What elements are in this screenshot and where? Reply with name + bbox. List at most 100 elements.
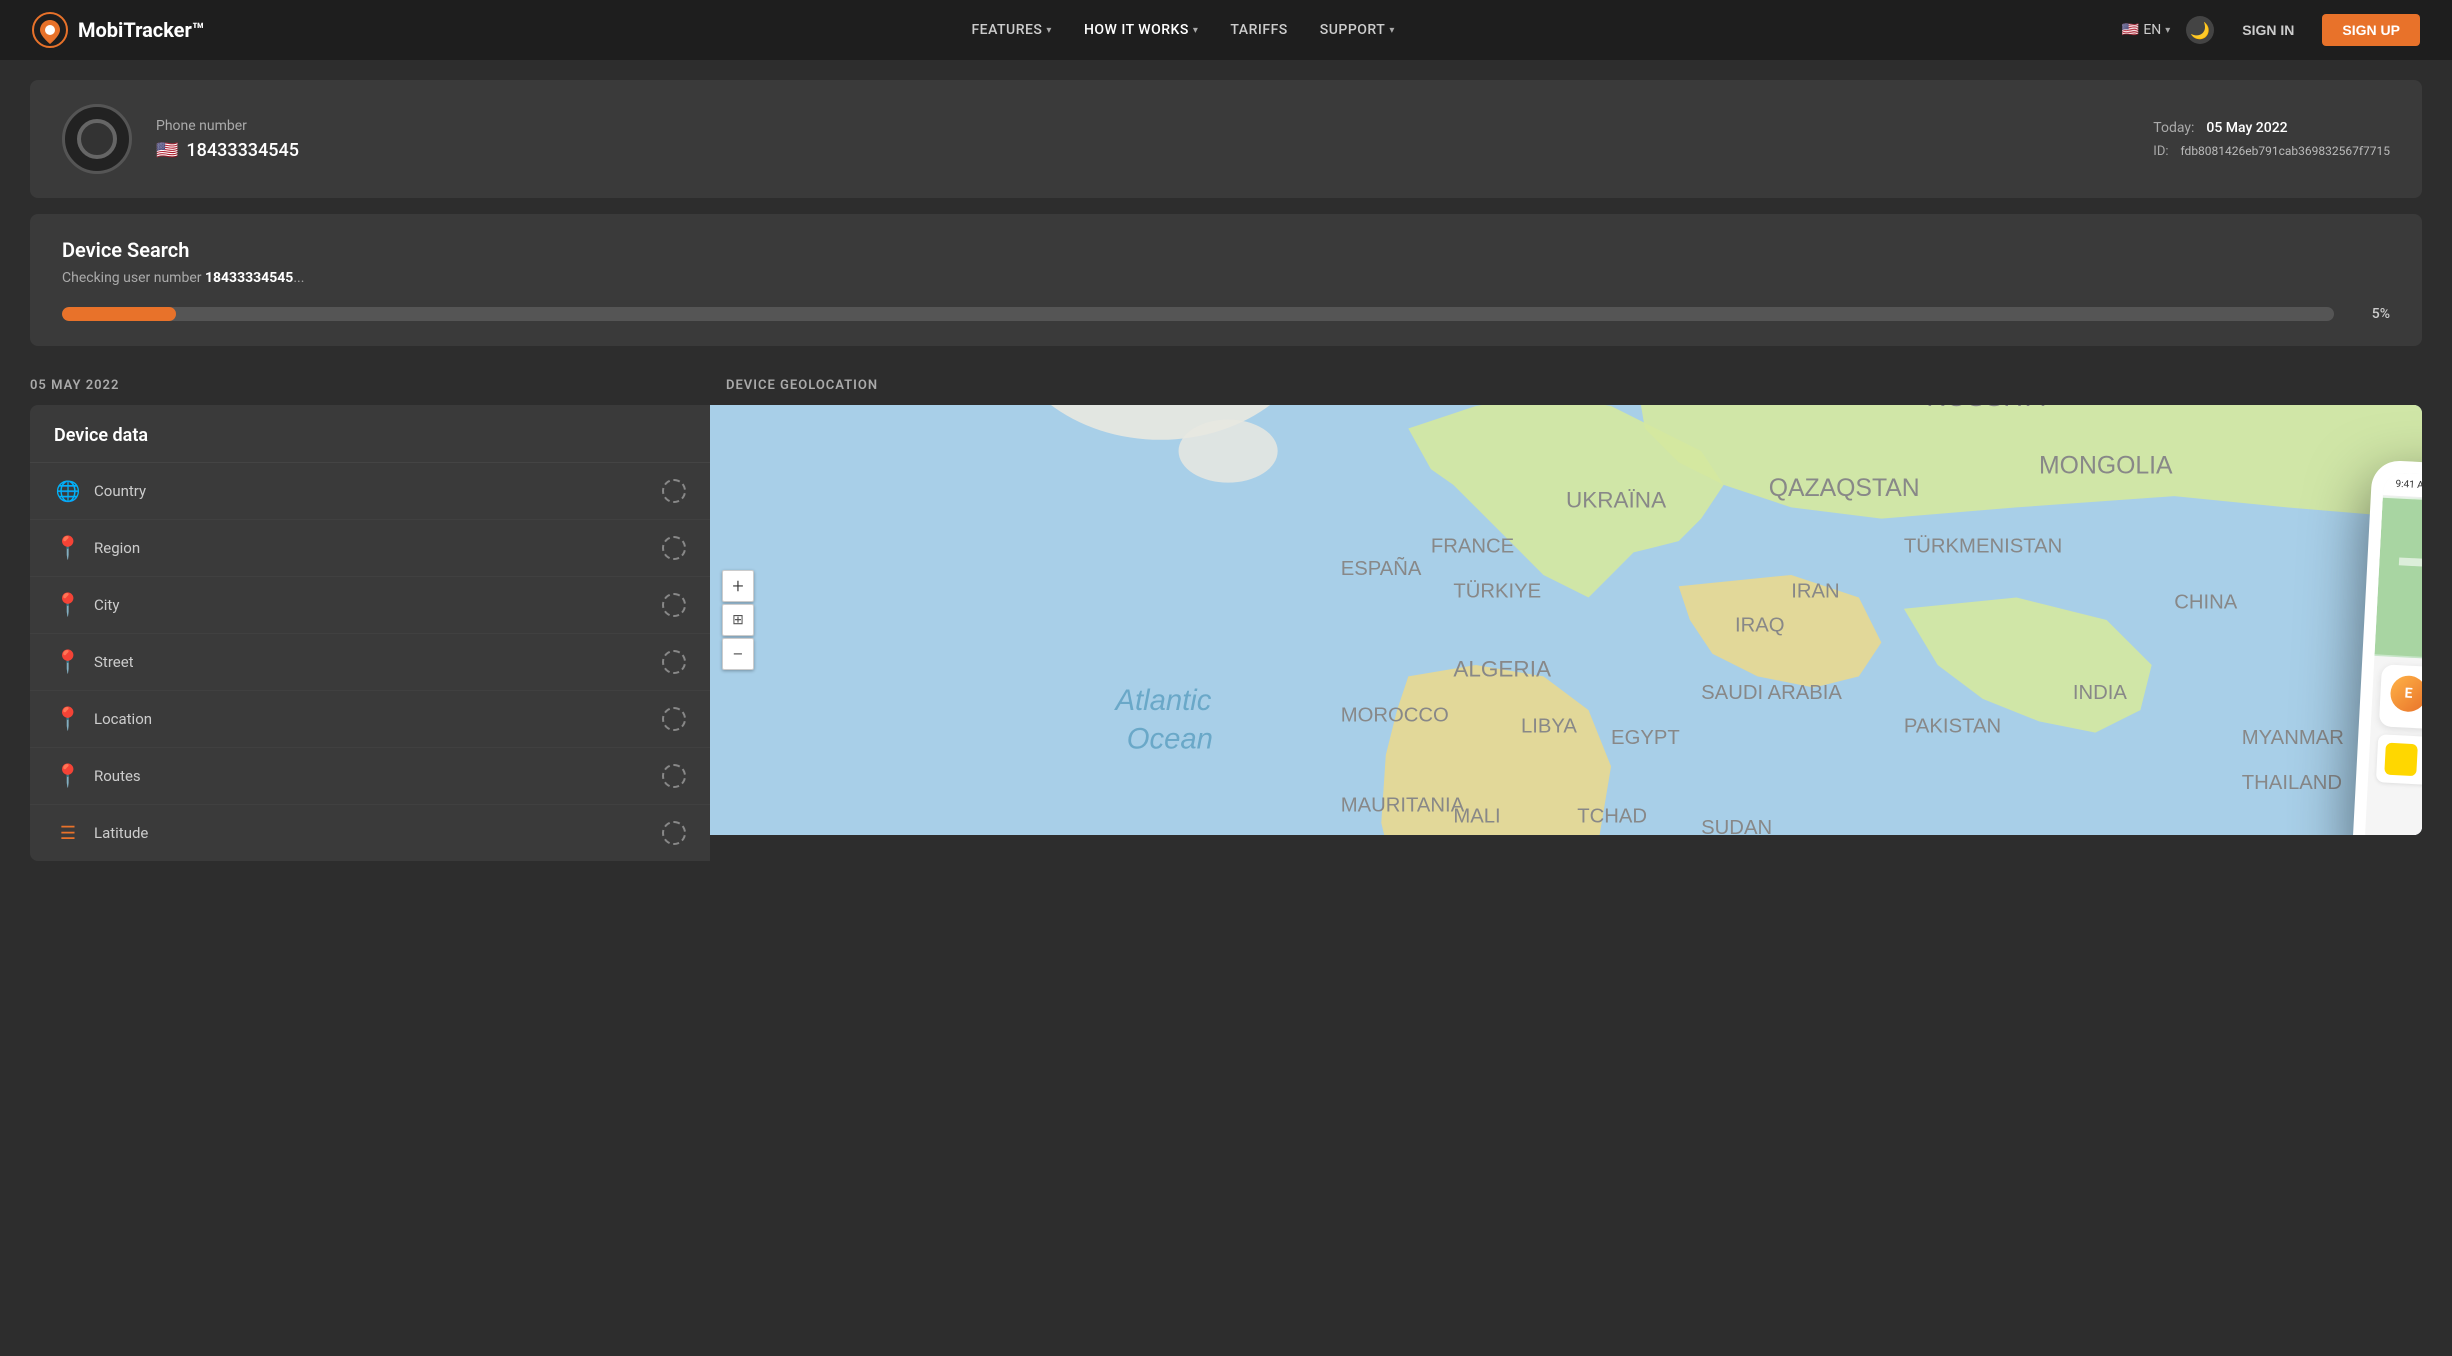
subtitle-prefix: Checking user number [62, 270, 205, 286]
device-data-row-latitude: ☰ Latitude [30, 805, 710, 861]
svg-text:UKRAÏNA: UKRAÏNA [1566, 487, 1666, 512]
phone-date-row: Today: 05 May 2022 [2153, 120, 2390, 136]
zoom-in-button[interactable]: + [722, 570, 754, 602]
id-value: fdb8081426eb791cab369832567f7715 [2181, 144, 2390, 158]
phone-meta: Today: 05 May 2022 ID: fdb8081426eb791ca… [2153, 120, 2390, 159]
today-label: Today: [2153, 120, 2194, 136]
chevron-down-icon: ▾ [2165, 25, 2170, 36]
two-column-section: 05 MAY 2022 Device data 🌐 Country 📍 Regi… [30, 366, 2422, 861]
svg-text:MALI: MALI [1453, 806, 1500, 828]
lines-icon-latitude: ☰ [54, 819, 82, 847]
dark-mode-toggle[interactable]: 🌙 [2186, 16, 2214, 44]
loading-spinner-street [662, 650, 686, 674]
svg-text:ALGERIA: ALGERIA [1453, 656, 1551, 681]
device-search-card: Device Search Checking user number 18433… [30, 214, 2422, 346]
device-data-row-routes: 📍 Routes [30, 748, 710, 805]
svg-text:EGYPT: EGYPT [1611, 727, 1680, 749]
map-container: QAZAQSTAN MONGOLIA UKRAÏNA TÜRKMENISTAN … [710, 405, 2422, 835]
city-label: City [94, 596, 662, 614]
zoom-out-button[interactable]: − [722, 638, 754, 670]
routes-label: Routes [94, 767, 662, 785]
phone-number-value: 18433334545 [186, 140, 299, 161]
nav-support[interactable]: SUPPORT ▾ [1320, 22, 1395, 38]
svg-text:Atlantic: Atlantic [1113, 684, 1211, 717]
language-selector[interactable]: 🇺🇸 EN ▾ [2122, 22, 2170, 38]
nav-tariffs[interactable]: TARIFFS [1230, 22, 1287, 38]
nav-how-it-works[interactable]: HOW IT WORKS ▾ [1084, 22, 1198, 38]
device-data-row-city: 📍 City [30, 577, 710, 634]
loading-spinner-location [662, 707, 686, 731]
pin-icon-routes: 📍 [54, 762, 82, 790]
geo-header: DEVICE GEOLOCATION [710, 366, 2422, 405]
date-header: 05 MAY 2022 [30, 366, 710, 405]
phone-label: Phone number [156, 118, 2129, 134]
today-value: 05 May 2022 [2206, 120, 2287, 136]
svg-text:THAILAND: THAILAND [2242, 772, 2342, 794]
device-data-card: Device data 🌐 Country 📍 Region 📍 City [30, 405, 710, 861]
id-label: ID: [2153, 144, 2168, 159]
location-label: Location [94, 710, 662, 728]
loading-spinner-region [662, 536, 686, 560]
grid-button[interactable]: ⊞ [722, 604, 754, 636]
logo-text: MobiTracker™ [78, 18, 204, 42]
pin-icon-street: 📍 [54, 648, 82, 676]
device-search-title: Device Search [62, 238, 2390, 262]
chevron-down-icon: ▾ [1046, 25, 1052, 36]
svg-text:ESPAÑA: ESPAÑA [1341, 556, 1422, 580]
chevron-down-icon: ▾ [1389, 25, 1395, 36]
device-search-subtitle: Checking user number 18433334545... [62, 270, 2390, 286]
device-data-row-region: 📍 Region [30, 520, 710, 577]
flag-icon: 🇺🇸 [2122, 22, 2139, 38]
map-svg: QAZAQSTAN MONGOLIA UKRAÏNA TÜRKMENISTAN … [710, 405, 2422, 835]
left-panel: 05 MAY 2022 Device data 🌐 Country 📍 Regi… [30, 366, 710, 861]
language-label: EN [2143, 22, 2161, 38]
loading-spinner-latitude [662, 821, 686, 845]
svg-text:INDIA: INDIA [2073, 682, 2128, 704]
loading-spinner-routes [662, 764, 686, 788]
svg-text:QAZAQSTAN: QAZAQSTAN [1769, 475, 1920, 502]
pin-icon-city: 📍 [54, 591, 82, 619]
map-controls: + ⊞ − [722, 570, 754, 670]
phone-info: Phone number 🇺🇸 18433334545 [156, 118, 2129, 161]
svg-text:IRAN: IRAN [1791, 580, 1839, 602]
region-label: Region [94, 539, 662, 557]
progress-bar-fill [62, 307, 176, 321]
phone-avatar [62, 104, 132, 174]
progress-row: 5% [62, 306, 2390, 322]
loading-spinner-country [662, 479, 686, 503]
phone-number: 🇺🇸 18433334545 [156, 140, 2129, 161]
pin-icon-region: 📍 [54, 534, 82, 562]
latitude-label: Latitude [94, 824, 662, 842]
loading-spinner-city [662, 593, 686, 617]
svg-text:TCHAD: TCHAD [1577, 806, 1647, 828]
svg-text:ROSSIYA: ROSSIYA [1926, 405, 2044, 412]
device-data-title: Device data [30, 405, 710, 463]
svg-text:TÜRKMENISTAN: TÜRKMENISTAN [1904, 535, 2062, 557]
street-label: Street [94, 653, 662, 671]
signin-button[interactable]: SIGN IN [2230, 16, 2306, 44]
svg-text:CHINA: CHINA [2174, 592, 2238, 614]
phone-card: Phone number 🇺🇸 18433334545 Today: 05 Ma… [30, 80, 2422, 198]
phone-id-row: ID: fdb8081426eb791cab369832567f7715 [2153, 144, 2390, 159]
signup-button[interactable]: SIGN UP [2322, 14, 2420, 46]
svg-text:Ocean: Ocean [1127, 722, 1213, 755]
navbar: MobiTracker™ FEATURES ▾ HOW IT WORKS ▾ T… [0, 0, 2452, 60]
globe-icon: 🌐 [54, 477, 82, 505]
flag-us-icon: 🇺🇸 [156, 140, 178, 161]
right-panel: DEVICE GEOLOCATION [710, 366, 2422, 861]
svg-text:PAKISTAN: PAKISTAN [1904, 716, 2001, 738]
svg-text:FRANCE: FRANCE [1431, 535, 1514, 557]
device-data-row-street: 📍 Street [30, 634, 710, 691]
logo[interactable]: MobiTracker™ [32, 12, 204, 48]
main-content: Phone number 🇺🇸 18433334545 Today: 05 Ma… [0, 60, 2452, 881]
device-data-row-country: 🌐 Country [30, 463, 710, 520]
svg-text:SAUDI ARABIA: SAUDI ARABIA [1701, 682, 1842, 704]
chevron-down-icon: ▾ [1193, 25, 1199, 36]
nav-features[interactable]: FEATURES ▾ [971, 22, 1051, 38]
phone-bold: 18433334545 [205, 270, 293, 286]
svg-text:TÜRKIYE: TÜRKIYE [1453, 580, 1541, 602]
svg-text:MYANMAR: MYANMAR [2242, 727, 2344, 749]
svg-text:LIBYA: LIBYA [1521, 716, 1577, 738]
device-data-row-location: 📍 Location [30, 691, 710, 748]
subtitle-suffix: ... [293, 270, 304, 286]
